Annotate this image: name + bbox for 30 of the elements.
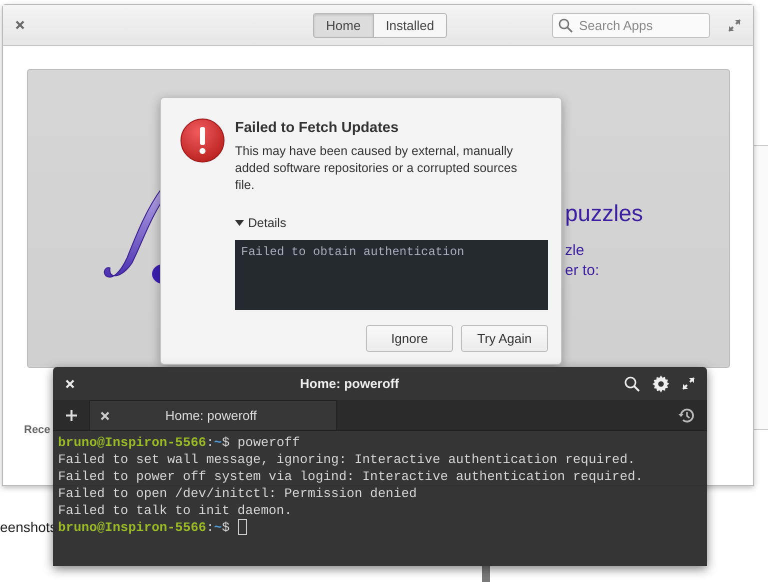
output-line: Failed to open /dev/initctl: Permission denied <box>58 485 417 502</box>
view-tab[interactable]: Installed <box>374 12 448 38</box>
search-icon[interactable] <box>624 376 640 392</box>
view-tab[interactable]: Home <box>313 12 374 38</box>
banner-text: er to: <box>565 261 600 281</box>
terminal-tab[interactable]: Home: poweroff <box>89 400 337 430</box>
output-line: Failed to talk to init daemon. <box>58 502 292 519</box>
details-text: Failed to obtain authentication <box>235 240 548 310</box>
prompt-text: bruno@Inspiron-5566:~$ <box>58 519 231 536</box>
error-icon <box>180 118 225 163</box>
caret-icon <box>235 220 244 226</box>
output-line: Failed to set wall message, ignoring: Interactive authentication required. <box>58 451 636 468</box>
dialog-button[interactable]: Ignore <box>366 325 453 352</box>
section-title: Rece <box>24 424 50 436</box>
dialog-button[interactable]: Try Again <box>461 325 548 352</box>
search-field[interactable]: Search Apps <box>552 12 710 38</box>
dialog-message: This may have been caused by external, manually added software repositories or a corrupted sources file. <box>235 143 518 194</box>
dialog-title: Failed to Fetch Updates <box>235 120 400 136</box>
output-line: Failed to power off system via logind: Interactive authentication required. <box>58 468 644 485</box>
close-icon[interactable] <box>15 20 25 30</box>
settings-icon[interactable] <box>652 374 670 392</box>
scrollbar <box>482 566 490 582</box>
prompt-text: bruno@Inspiron-5566:~$ poweroff <box>58 434 300 451</box>
banner-text: zle <box>565 241 586 261</box>
history-icon[interactable] <box>678 406 695 424</box>
window-title: Home: poweroff <box>299 376 400 391</box>
details-toggle[interactable]: Details <box>235 216 548 230</box>
search-icon <box>558 18 573 32</box>
plus-icon <box>66 410 76 420</box>
banner-heading: puzzles <box>565 200 643 227</box>
